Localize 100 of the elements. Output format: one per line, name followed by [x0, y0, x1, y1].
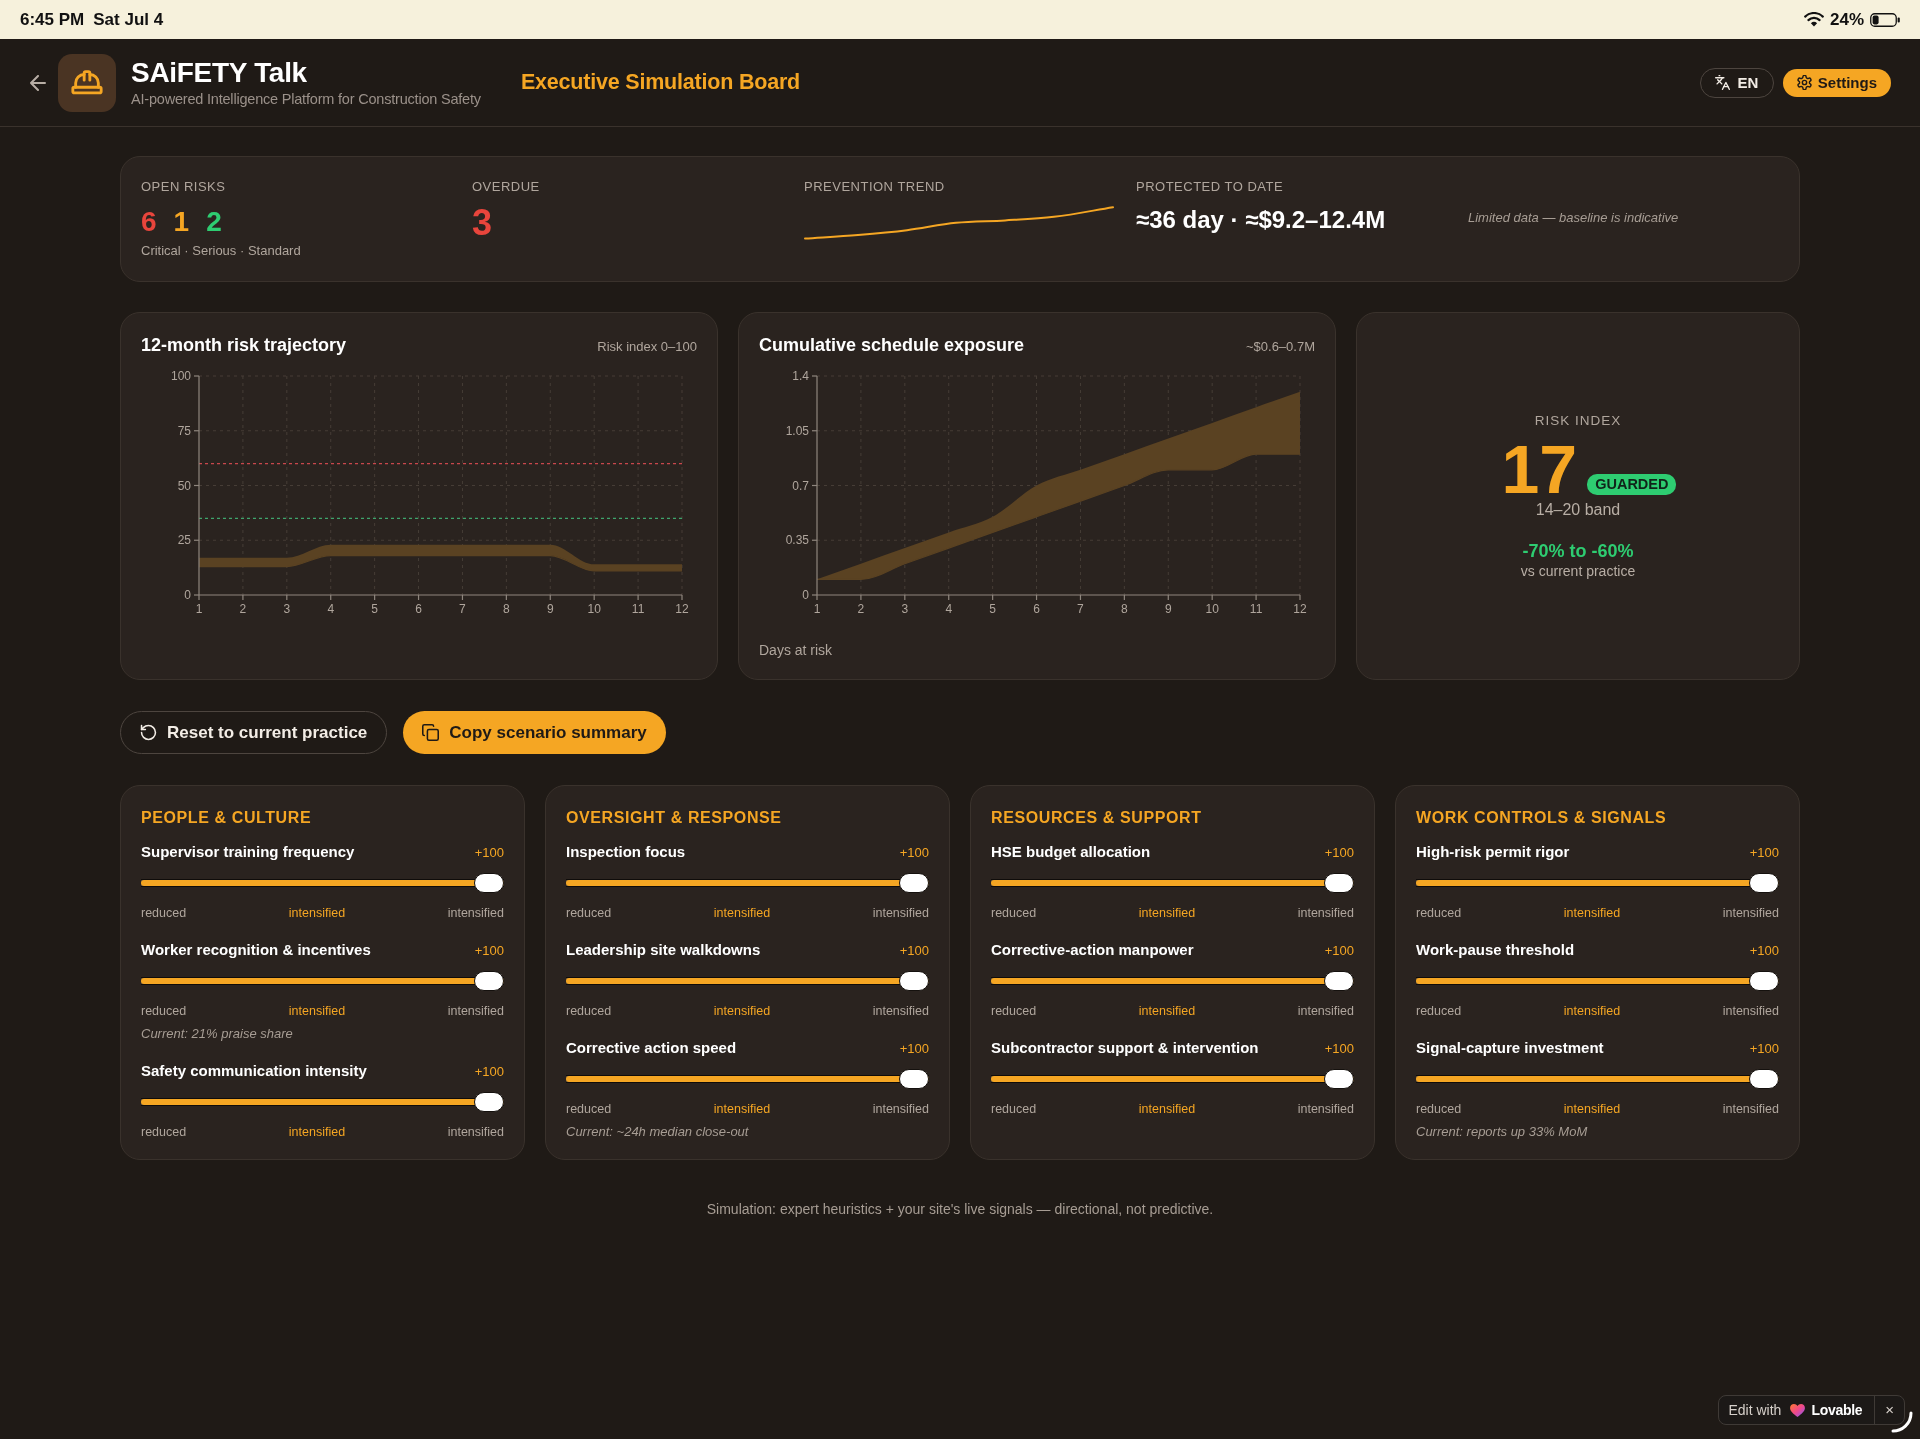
- scale-max-label: intensified: [1722, 905, 1779, 921]
- scale-value-label: intensified: [713, 1101, 771, 1117]
- slider-reading: +100: [1749, 942, 1779, 960]
- page-title: Executive Simulation Board: [520, 70, 801, 95]
- slider-thumb[interactable]: [474, 971, 504, 991]
- status-badge: GUARDED: [1587, 474, 1677, 495]
- axis-caption: Days at risk: [759, 641, 833, 659]
- hard-hat-icon: [58, 53, 116, 112]
- kpi-label: OPEN RISKS: [141, 178, 226, 195]
- y-tick-label: 0: [802, 588, 809, 602]
- settings-icon: [1796, 75, 1812, 90]
- slider-thumb[interactable]: [1324, 971, 1354, 991]
- slider-note: Current: reports up 33% MoM: [1416, 1123, 1589, 1140]
- slider-reading: +100: [1749, 1040, 1779, 1058]
- corner-arc-icon: [1891, 1411, 1913, 1433]
- scale-value-label: intensified: [1563, 905, 1621, 921]
- slider-reading: +100: [474, 844, 504, 862]
- copy-button[interactable]: Copy scenario summary: [403, 711, 666, 754]
- slider-thumb[interactable]: [1749, 873, 1779, 893]
- x-tick-label: 11: [631, 602, 645, 616]
- slider-thumb[interactable]: [1749, 1069, 1779, 1089]
- status-date: Sat Jul 4: [93, 9, 164, 30]
- scale-min-label: reduced: [141, 905, 187, 921]
- battery-icon: [1870, 12, 1900, 27]
- slider-label: Subcontractor support & intervention: [991, 1038, 1259, 1058]
- slider-label: Work-pause threshold: [1416, 940, 1575, 960]
- slider-note: Current: ~24h median close-out: [566, 1123, 750, 1140]
- kpi-label: OVERDUE: [472, 178, 540, 195]
- x-tick-label: 3: [901, 602, 909, 616]
- scale-max-label: intensified: [447, 1124, 504, 1140]
- x-tick-label: 3: [283, 602, 291, 616]
- chart-title: 12-month risk trajectory: [141, 334, 347, 357]
- scale-max-label: intensified: [1297, 1003, 1354, 1019]
- chart-title: Cumulative schedule exposure: [759, 334, 1025, 357]
- slider-reading: +100: [899, 844, 929, 862]
- back-button[interactable]: [30, 74, 46, 91]
- x-tick-label: 10: [587, 602, 601, 616]
- x-tick-label: 2: [239, 602, 247, 616]
- x-tick-label: 5: [371, 602, 378, 616]
- scale-max-label: intensified: [1722, 1101, 1779, 1117]
- slider-thumb[interactable]: [899, 873, 929, 893]
- circular-arrow-icon: [140, 724, 157, 741]
- slider-note: Current: 21% praise share: [141, 1025, 294, 1042]
- status-time: 6:45 PM: [20, 9, 85, 30]
- scale-min-label: reduced: [566, 1101, 612, 1117]
- group-title: PEOPLE & CULTURE: [141, 808, 313, 828]
- risk-index-value: 17: [1501, 439, 1578, 499]
- scale-value-label: intensified: [288, 1003, 346, 1019]
- scale-value-label: intensified: [1138, 1101, 1196, 1117]
- brand-name: Lovable: [1811, 1402, 1863, 1418]
- scale-min-label: reduced: [991, 1003, 1037, 1019]
- slider-reading: +100: [1749, 844, 1779, 862]
- x-tick-label: 4: [945, 602, 953, 616]
- scale-max-label: intensified: [872, 1101, 929, 1117]
- copy-icon: [422, 724, 440, 741]
- slider-label: HSE budget allocation: [991, 842, 1151, 862]
- arrow-left-icon: [30, 74, 46, 91]
- risk-count: 6: [141, 205, 157, 239]
- slider-label: Supervisor training frequency: [141, 842, 355, 862]
- app-subtitle: AI-powered Intelligence Platform for Construction Safety: [131, 90, 481, 108]
- x-tick-label: 1: [813, 602, 821, 616]
- protected-value: ≈36 day · ≈$9.2–12.4M: [1136, 205, 1386, 235]
- baseline-note: Limited data — baseline is indicative: [1468, 209, 1679, 227]
- slider-thumb[interactable]: [474, 873, 504, 893]
- scale-max-label: intensified: [447, 1003, 504, 1019]
- x-tick-label: 2: [857, 602, 865, 616]
- y-tick-label: 100: [170, 369, 191, 383]
- x-tick-label: 12: [1293, 602, 1307, 616]
- overdue-count: 3: [472, 203, 493, 243]
- slider-thumb[interactable]: [899, 971, 929, 991]
- slider-thumb[interactable]: [474, 1092, 504, 1112]
- x-tick-label: 10: [1205, 602, 1219, 616]
- x-tick-label: 8: [503, 602, 510, 616]
- scale-max-label: intensified: [1722, 1003, 1779, 1019]
- y-tick-label: 1.4: [792, 369, 809, 383]
- x-tick-label: 9: [1164, 602, 1172, 616]
- scale-value-label: intensified: [288, 905, 346, 921]
- x-tick-label: 1: [195, 602, 203, 616]
- slider-thumb[interactable]: [1324, 873, 1354, 893]
- scale-value-label: intensified: [1138, 905, 1196, 921]
- group-title: OVERSIGHT & RESPONSE: [566, 808, 783, 828]
- x-tick-label: 6: [415, 602, 422, 616]
- slider-thumb[interactable]: [1324, 1069, 1354, 1089]
- app-title: SAiFETY Talk: [131, 57, 308, 89]
- scale-value-label: intensified: [288, 1124, 346, 1140]
- scale-value-label: intensified: [1563, 1003, 1621, 1019]
- x-tick-label: 4: [327, 602, 335, 616]
- risk-count: 2: [206, 205, 222, 239]
- edit-badge[interactable]: Edit with Lovable ×: [1717, 1395, 1905, 1425]
- band-text: 14–20 band: [1535, 500, 1621, 520]
- slider-thumb[interactable]: [899, 1069, 929, 1089]
- y-tick-label: 1.05: [785, 423, 809, 438]
- close-button[interactable]: ×: [1881, 1400, 1898, 1420]
- scale-min-label: reduced: [1416, 1003, 1462, 1019]
- scale-max-label: intensified: [1297, 905, 1354, 921]
- scale-min-label: reduced: [566, 1003, 612, 1019]
- settings-button[interactable]: Settings: [1782, 68, 1891, 97]
- slider-thumb[interactable]: [1749, 971, 1779, 991]
- scale-max-label: intensified: [872, 905, 929, 921]
- slider-reading: +100: [1324, 1040, 1354, 1058]
